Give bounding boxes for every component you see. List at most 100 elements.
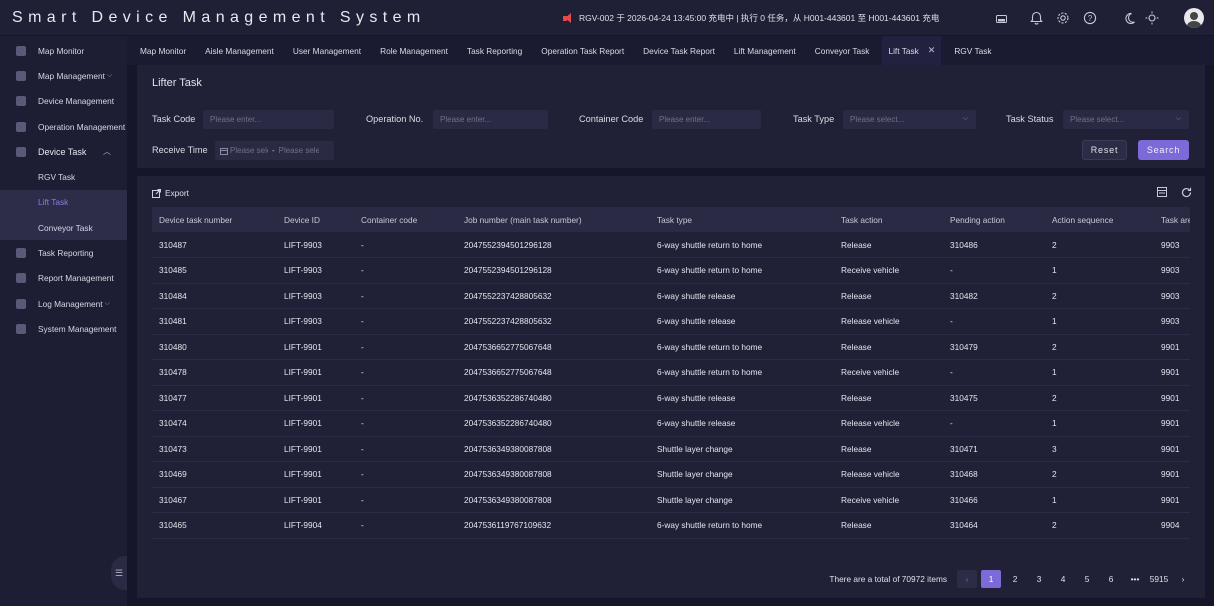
sidebar-item-conveyor-task[interactable]: Conveyor Task — [0, 215, 127, 241]
table-row[interactable]: 310477 LIFT-9901-2047536352286740480 6-way… — [152, 385, 1190, 411]
sidebar-item-map-monitor[interactable]: Map Monitor — [0, 38, 127, 63]
table-row[interactable]: 310487 LIFT-9903-2047552394501296128 6-way… — [152, 232, 1190, 258]
table-row[interactable]: 310467 LIFT-9901-2047536349380087808 Shutt… — [152, 487, 1190, 513]
more-pages[interactable]: ••• — [1125, 570, 1145, 588]
table-cell: LIFT-9901 — [277, 436, 354, 462]
next-page-button[interactable]: › — [1173, 570, 1193, 588]
table-cell: 1 — [1045, 257, 1154, 284]
sidebar-item-lift-task[interactable]: Lift Task — [0, 189, 127, 216]
sidebar-item-report-management[interactable]: Report Management — [0, 266, 127, 291]
tab-map-monitor[interactable]: Map Monitor — [140, 36, 186, 65]
page-3[interactable]: 3 — [1029, 570, 1049, 588]
table-row[interactable]: 310478 LIFT-9901-2047536652775067648 6-way… — [152, 359, 1190, 386]
top-bar: Smart Device Management System RGV-002 于… — [0, 0, 1214, 36]
sidebar-item-log-management[interactable]: Log Management ⌵ — [0, 291, 127, 316]
table-cell: - — [354, 385, 457, 411]
sun-icon[interactable] — [1145, 11, 1159, 25]
table-row[interactable]: 310473 LIFT-9901-2047536349380087808 Shutt… — [152, 436, 1190, 462]
task-icon — [16, 146, 26, 157]
sidebar-item-device-management[interactable]: Device Management — [0, 89, 127, 114]
table-row[interactable]: 310480 LIFT-9901-2047536652775067648 6-way… — [152, 334, 1190, 360]
table-cell: 310486 — [943, 232, 1045, 258]
table-row[interactable]: 310484 LIFT-9903-2047552237428805632 6-way… — [152, 283, 1190, 309]
notification-banner[interactable]: RGV-002 于 2026-04-24 13:45:00 充电中 | 执行 0… — [562, 12, 939, 24]
filter-panel: Lifter Task Task Code Please enter... Op… — [137, 65, 1205, 168]
table-cell: 2047536349380087808 — [457, 461, 650, 488]
tab-role-management[interactable]: Role Management — [380, 36, 448, 65]
sidebar-item-device-task[interactable]: Device Task ︿ — [0, 139, 127, 164]
task-code-input[interactable]: Please enter... — [203, 110, 334, 129]
screen-icon[interactable] — [994, 11, 1008, 25]
table-row[interactable]: 310465 LIFT-9904-2047536119767109632 6-way… — [152, 512, 1190, 539]
tab-lift-task[interactable]: Lift Task ✕ — [882, 36, 942, 65]
column-settings-icon[interactable] — [1157, 187, 1167, 199]
operation-no-label: Operation No. — [366, 114, 424, 124]
tab-device-task-report[interactable]: Device Task Report — [643, 36, 715, 65]
page-5[interactable]: 5 — [1077, 570, 1097, 588]
tab-aisle-management[interactable]: Aisle Management — [205, 36, 274, 65]
tab-user-management[interactable]: User Management — [293, 36, 361, 65]
moon-icon[interactable] — [1122, 11, 1136, 25]
start-date-input[interactable]: Please select — [230, 146, 268, 155]
table-cell: 2047552237428805632 — [457, 283, 650, 309]
table-cell: - — [943, 410, 1045, 437]
page-last[interactable]: 5915 — [1149, 570, 1169, 588]
table-body: 310487 LIFT-9903-2047552394501296128 6-way… — [152, 232, 1190, 539]
table-cell: 2047536349380087808 — [457, 436, 650, 462]
prev-page-button[interactable]: ‹ — [957, 570, 977, 588]
page-4[interactable]: 4 — [1053, 570, 1073, 588]
page-1[interactable]: 1 — [981, 570, 1001, 588]
table-row[interactable]: 310485 LIFT-9903-2047552394501296128 6-way… — [152, 257, 1190, 284]
sidebar-item-task-reporting[interactable]: Task Reporting — [0, 240, 127, 265]
end-date-input[interactable]: Please select — [279, 146, 319, 155]
container-code-input[interactable]: Please enter... — [652, 110, 761, 129]
task-type-select[interactable]: Please select... ⌵ — [843, 110, 976, 129]
export-button[interactable]: Export — [152, 188, 189, 198]
task-status-select[interactable]: Please select... ⌵ — [1063, 110, 1189, 129]
table-cell: 9901 — [1154, 334, 1190, 360]
table-cell: - — [354, 334, 457, 360]
tab-rgv-task[interactable]: RGV Task — [954, 36, 991, 65]
collapse-sidebar-button[interactable]: ☰ — [111, 556, 127, 590]
tab-lift-management[interactable]: Lift Management — [734, 36, 796, 65]
sidebar-item-rgv-task[interactable]: RGV Task — [0, 164, 127, 189]
table-row[interactable]: 310481 LIFT-9903-2047552237428805632 6-way… — [152, 308, 1190, 335]
task-status-label: Task Status — [1006, 114, 1054, 124]
column-header: Task area — [1154, 207, 1190, 232]
report-icon — [16, 248, 26, 259]
reset-button[interactable]: Reset — [1082, 140, 1127, 160]
tab-conveyor-task[interactable]: Conveyor Task — [815, 36, 870, 65]
table-row[interactable]: 310474 LIFT-9901-2047536352286740480 6-way… — [152, 410, 1190, 437]
sidebar-item-map-management[interactable]: Map Management ⌵ — [0, 63, 127, 88]
refresh-icon[interactable] — [1181, 187, 1192, 200]
page-2[interactable]: 2 — [1005, 570, 1025, 588]
table-cell: 1 — [1045, 487, 1154, 513]
table-cell: 6-way shuttle return to home — [650, 359, 834, 386]
search-button[interactable]: Search — [1138, 140, 1189, 160]
table-cell: - — [943, 257, 1045, 284]
bell-icon[interactable] — [1029, 11, 1043, 25]
table-cell: Release — [834, 385, 943, 411]
column-header: Container code — [354, 207, 457, 232]
page-6[interactable]: 6 — [1101, 570, 1121, 588]
table-cell: - — [354, 512, 457, 539]
close-icon[interactable]: ✕ — [928, 45, 936, 56]
table-cell: - — [354, 461, 457, 488]
chart-icon — [16, 273, 26, 284]
sidebar-item-system-management[interactable]: System Management — [0, 316, 127, 341]
task-table: Device task number Device ID Container cod… — [152, 207, 1190, 539]
tab-operation-task-report[interactable]: Operation Task Report — [541, 36, 624, 65]
receive-time-range[interactable]: Please select - Please select — [215, 141, 334, 160]
table-row[interactable]: 310469 LIFT-9901-2047536349380087808 Shutt… — [152, 461, 1190, 488]
help-icon[interactable]: ? — [1083, 11, 1097, 25]
avatar[interactable] — [1184, 8, 1204, 28]
table-cell: 6-way shuttle release — [650, 385, 834, 411]
table-cell: 310484 — [152, 283, 277, 309]
tab-task-reporting[interactable]: Task Reporting — [467, 36, 522, 65]
operation-no-input[interactable]: Please enter... — [433, 110, 548, 129]
gear-icon[interactable] — [1056, 11, 1070, 25]
table-cell: - — [354, 257, 457, 284]
column-header: Job number (main task number) — [457, 207, 650, 232]
table-cell: 6-way shuttle return to home — [650, 512, 834, 539]
sidebar-item-operation-management[interactable]: Operation Management — [0, 114, 127, 139]
